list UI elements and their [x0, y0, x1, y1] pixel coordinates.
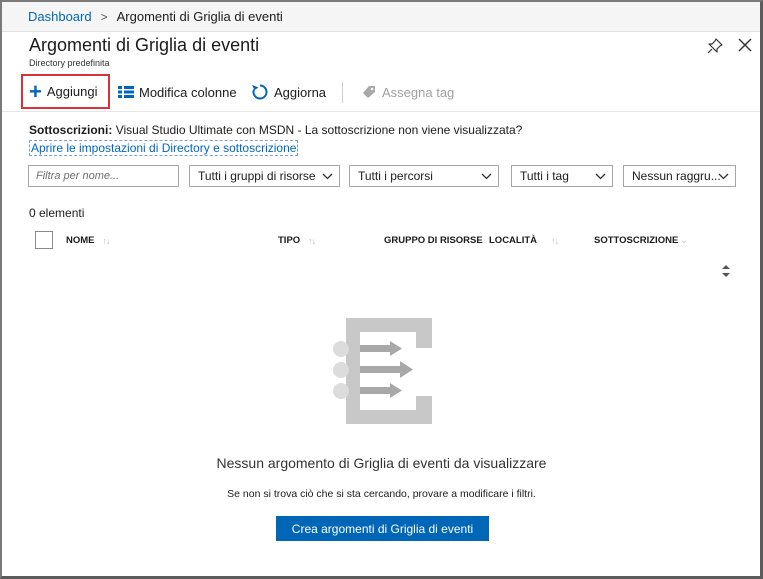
tag-icon — [363, 86, 375, 98]
columns-icon — [118, 86, 134, 98]
table-header: NOME ↑↓ TIPO ↑↓ GRUPPO DI RISORSE LOCALI… — [2, 230, 760, 252]
page-title: Argomenti di Griglia di eventi — [29, 35, 260, 55]
pin-icon[interactable] — [707, 38, 723, 54]
add-button-label: Aggiungi — [46, 84, 98, 99]
column-location-label: LOCALITÀ — [489, 235, 538, 246]
sort-icon: ⌄ — [680, 235, 687, 245]
sort-icon: ↑↓ — [102, 235, 111, 246]
item-count: 0 elementi — [29, 206, 85, 220]
column-header-location[interactable]: LOCALITÀ ↑↓ — [489, 235, 559, 246]
column-subscription-label: SOTTOSCRIZIONE — [594, 235, 679, 246]
filter-name-input[interactable] — [28, 165, 179, 187]
location-dropdown[interactable]: Tutti i percorsi — [349, 165, 499, 187]
grouping-dropdown[interactable]: Nessun raggru... — [623, 165, 736, 187]
refresh-label: Aggiorna — [274, 84, 327, 100]
toolbar: + Aggiungi Modifica colonne Aggiorna Ass… — [2, 72, 760, 112]
scroll-arrows-icon[interactable] — [720, 263, 732, 279]
refresh-button[interactable]: Aggiorna — [251, 72, 326, 112]
column-name-label: NOME — [66, 235, 95, 246]
column-header-subscription[interactable]: SOTTOSCRIZIONE ⌄ — [594, 235, 688, 246]
breadcrumb-current: Argomenti di Griglia di eventi — [116, 9, 283, 24]
refresh-icon — [252, 84, 268, 100]
plus-icon: + — [29, 78, 42, 104]
breadcrumb-dashboard-link[interactable]: Dashboard — [28, 9, 92, 24]
chevron-down-icon — [322, 173, 333, 180]
breadcrumb-separator-icon: > — [100, 9, 108, 24]
edit-columns-label: Modifica colonne — [139, 84, 237, 100]
column-header-name[interactable]: NOME ↑↓ — [66, 235, 111, 246]
toolbar-divider — [342, 82, 343, 103]
empty-state-hint: Se non si trova ciò che si sta cercando,… — [227, 488, 536, 500]
sort-icon: ↑↓ — [308, 235, 316, 246]
chevron-down-icon — [481, 173, 492, 180]
close-icon[interactable] — [737, 37, 753, 53]
resource-group-value: Tutti i gruppi di risorse — [198, 169, 316, 183]
column-header-type[interactable]: TIPO ↑↓ — [278, 235, 316, 246]
column-type-label: TIPO — [278, 235, 301, 246]
tags-value: Tutti i tag — [520, 169, 569, 183]
select-all-checkbox[interactable] — [35, 231, 53, 249]
assign-tags-button: Assegna tag — [362, 72, 454, 112]
add-button[interactable]: + Aggiungi — [21, 74, 110, 109]
assign-tags-label: Assegna tag — [382, 84, 455, 100]
edit-columns-button[interactable]: Modifica colonne — [118, 72, 237, 112]
chevron-down-icon — [595, 173, 606, 180]
sort-icon: ↑↓ — [551, 235, 559, 246]
column-resource-group-label: GRUPPO DI RISORSE — [384, 235, 483, 246]
empty-state-message: Nessun argomento di Griglia di eventi da… — [216, 455, 547, 471]
event-grid-empty-icon — [333, 318, 432, 424]
page-subtitle: Directory predefinita — [29, 58, 110, 68]
create-event-grid-topic-button[interactable]: Crea argomenti di Griglia di eventi — [276, 516, 489, 541]
subscriptions-text: Visual Studio Ultimate con MSDN - La sot… — [115, 123, 523, 137]
resource-group-dropdown[interactable]: Tutti i gruppi di risorse — [189, 165, 340, 187]
subscriptions-label: Sottoscrizioni: — [29, 123, 113, 137]
grouping-value: Nessun raggru... — [632, 169, 721, 183]
column-header-resource-group[interactable]: GRUPPO DI RISORSE — [384, 235, 483, 246]
tags-dropdown[interactable]: Tutti i tag — [511, 165, 613, 187]
breadcrumb: Dashboard > Argomenti di Griglia di even… — [2, 2, 760, 32]
directory-settings-link[interactable]: Aprire le impostazioni di Directory e so… — [29, 140, 299, 156]
location-value: Tutti i percorsi — [358, 169, 433, 183]
subscriptions-line: Sottoscrizioni: Visual Studio Ultimate c… — [29, 123, 522, 137]
chevron-down-icon — [718, 173, 729, 180]
